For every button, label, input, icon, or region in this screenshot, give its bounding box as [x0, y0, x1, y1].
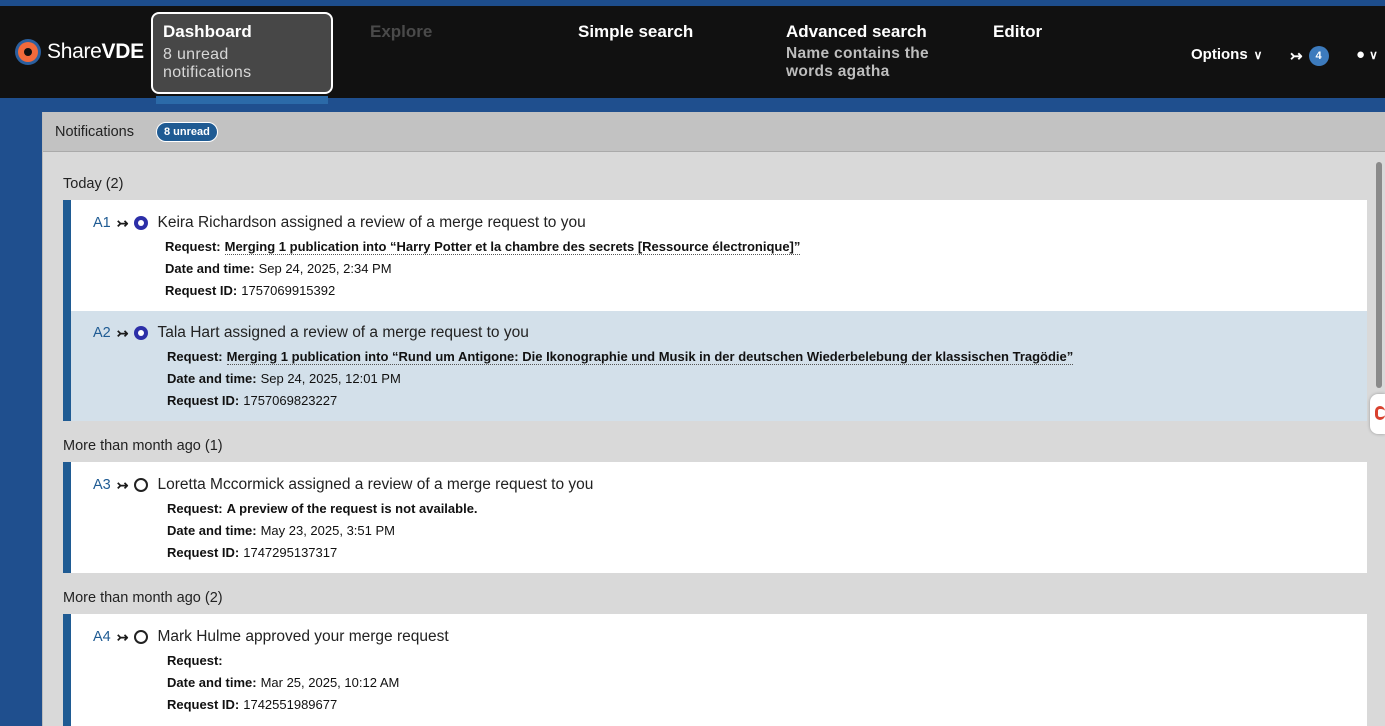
notification-request: Request:: [167, 653, 223, 668]
brand-name: ShareVDE: [47, 40, 144, 63]
group-title: Today (2): [63, 176, 124, 192]
side-widget-button[interactable]: [1370, 394, 1385, 434]
notification-code: A1: [93, 215, 111, 231]
notification-request: Request: Merging 1 publication into “Harr…: [165, 239, 801, 255]
notification-date: Date and time: Sep 24, 2025, 12:01 PM: [167, 371, 401, 386]
shared-count-badge: 4: [1308, 46, 1329, 66]
notification-item[interactable]: A3 ↣ Loretta Mccormick assigned a review…: [63, 462, 1367, 573]
share-arrow-icon: ↣: [116, 628, 129, 645]
tab-advanced-search-label: Advanced search: [786, 22, 927, 41]
notification-date: Date and time: May 23, 2025, 3:51 PM: [167, 523, 395, 538]
tab-advanced-search[interactable]: Advanced search Name contains the words …: [786, 22, 946, 81]
share-arrow-icon: ↣: [116, 324, 129, 341]
top-navigation-bar: ShareVDE Dashboard 8 unread notification…: [0, 0, 1385, 104]
tab-explore[interactable]: Explore: [370, 22, 432, 42]
unread-indicator-icon[interactable]: [134, 326, 149, 340]
notification-title: Keira Richardson assigned a review of a …: [157, 214, 586, 231]
notification-date: Date and time: Sep 24, 2025, 2:34 PM: [165, 261, 392, 276]
tab-editor[interactable]: Editor: [993, 22, 1042, 42]
unread-count-badge: 8 unread: [155, 121, 218, 142]
active-tab-indicator: [156, 96, 328, 104]
scrollbar-thumb[interactable]: [1376, 162, 1382, 388]
brand-logo-link[interactable]: ShareVDE: [18, 40, 144, 64]
request-link[interactable]: Merging 1 publication into “Harry Potter…: [224, 239, 801, 255]
notifications-panel: Notifications 8 unread Today (2) A1 ↣ Ke…: [42, 112, 1385, 726]
user-icon: ●: [1356, 46, 1366, 63]
user-menu-button[interactable]: ● ∨: [1356, 46, 1378, 63]
share-arrow-icon: ↣: [1290, 48, 1303, 65]
notification-item-selected[interactable]: A2 ↣ Tala Hart assigned a review of a me…: [63, 311, 1367, 421]
notification-request: Request: A preview of the request is not …: [167, 501, 478, 516]
shared-items-button[interactable]: ↣ 4: [1290, 46, 1329, 66]
notifications-title: Notifications: [55, 123, 134, 140]
request-link[interactable]: Merging 1 publication into “Rund um Anti…: [226, 349, 1074, 365]
notification-code: A4: [93, 629, 111, 645]
share-arrow-icon: ↣: [116, 476, 129, 493]
chevron-down-icon: ∨: [1369, 47, 1378, 62]
share-arrow-icon: ↣: [116, 214, 129, 231]
notification-code: A2: [93, 325, 111, 341]
tab-advanced-search-subtitle: Name contains the words agatha: [786, 45, 929, 80]
notifications-header: Notifications 8 unread: [43, 112, 1385, 152]
notification-code: A3: [93, 477, 111, 493]
tab-dashboard[interactable]: Dashboard 8 unread notifications: [151, 12, 333, 94]
group-title: More than month ago (1): [63, 438, 223, 454]
notification-request-id: Request ID: 1757069915392: [165, 283, 336, 298]
unread-indicator-icon[interactable]: [134, 216, 149, 230]
notification-item[interactable]: A1 ↣ Keira Richardson assigned a review …: [63, 200, 1367, 311]
tab-dashboard-subtitle: 8 unread notifications: [163, 46, 252, 81]
notification-request-id: Request ID: 1742551989677: [167, 697, 338, 712]
read-indicator-icon[interactable]: [134, 478, 149, 492]
notification-request-id: Request ID: 1757069823227: [167, 393, 338, 408]
notification-item[interactable]: A4 ↣ Mark Hulme approved your merge requ…: [63, 614, 1367, 726]
notification-request: Request: Merging 1 publication into “Rund…: [167, 349, 1074, 365]
notification-date: Date and time: Mar 25, 2025, 10:12 AM: [167, 675, 400, 690]
sharevde-logo-icon: [18, 42, 38, 62]
notification-request-id: Request ID: 1747295137317: [167, 545, 338, 560]
notification-title: Tala Hart assigned a review of a merge r…: [157, 324, 529, 341]
group-title: More than month ago (2): [63, 590, 223, 606]
tab-simple-search[interactable]: Simple search: [578, 22, 693, 42]
notification-title: Mark Hulme approved your merge request: [157, 628, 449, 645]
widget-icon: [1375, 406, 1385, 420]
read-indicator-icon[interactable]: [134, 630, 149, 644]
notification-title: Loretta Mccormick assigned a review of a…: [157, 476, 594, 493]
chevron-down-icon: ∨: [1253, 47, 1263, 62]
options-menu-button[interactable]: Options ∨: [1191, 46, 1262, 63]
tab-dashboard-label: Dashboard: [163, 22, 252, 41]
